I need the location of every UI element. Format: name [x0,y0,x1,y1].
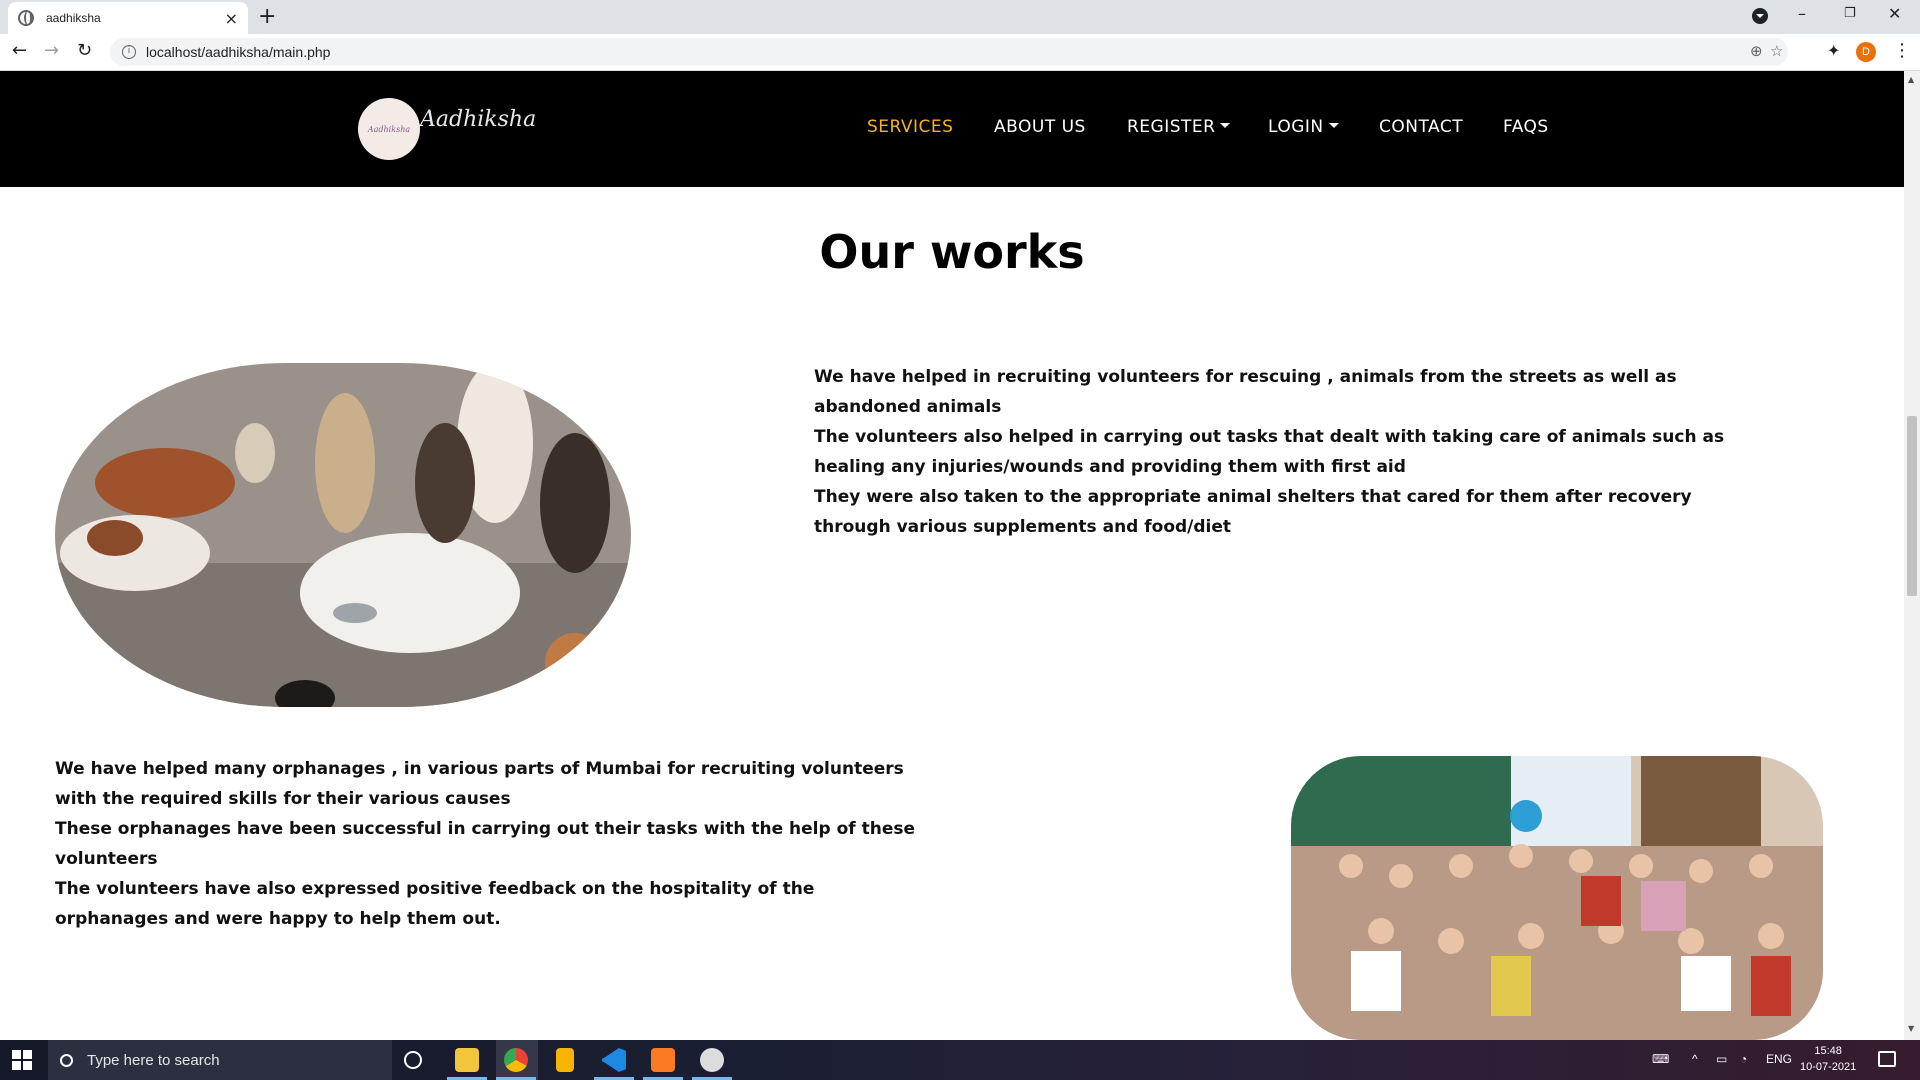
page-scrollbar[interactable]: ▲ ▼ [1904,71,1920,1040]
taskbar-clock[interactable]: 15:48 10-07-2021 [1800,1043,1856,1075]
nav-contact[interactable]: CONTACT [1379,117,1463,137]
text-line: The volunteers have also expressed posit… [55,879,815,929]
orphanage-description: We have helped many orphanages , in vari… [55,754,915,934]
logo-text: Aadhiksha [367,124,411,134]
notification-icon[interactable] [1878,1051,1896,1067]
nav-login[interactable]: LOGIN [1268,117,1339,137]
nav-register[interactable]: REGISTER [1127,117,1231,137]
stray-dogs-image [55,363,631,707]
new-tab-button[interactable]: + [258,4,276,29]
vscode-icon[interactable] [602,1048,626,1072]
text-line: The volunteers also helped in carrying o… [814,427,1725,477]
sticky-notes-icon[interactable] [556,1048,574,1072]
tab-search-icon[interactable] [1752,8,1768,24]
chevron-down-icon [1328,123,1339,128]
page-title: Our works [819,225,1085,279]
nav-register-label: REGISTER [1127,117,1216,137]
browser-tab[interactable]: aadhiksha × [8,2,248,34]
page-viewport: Aadhiksha Aadhiksha SERVICES ABOUT US RE… [0,71,1904,1040]
taskbar-search[interactable]: Type here to search [48,1040,392,1080]
minimize-button[interactable]: – [1798,4,1806,23]
nav-about-us[interactable]: ABOUT US [994,117,1086,137]
text-line: We have helped in recruiting volunteers … [814,367,1677,417]
site-logo[interactable]: Aadhiksha [358,98,420,160]
paint-icon[interactable] [700,1048,724,1072]
wifi-icon[interactable]: ◔ [1740,1052,1747,1066]
battery-icon[interactable]: ▭ [1716,1052,1727,1066]
zoom-icon[interactable]: ⊕ [1750,42,1763,60]
chrome-icon[interactable] [504,1048,528,1072]
search-icon [60,1053,73,1067]
text-line: We have helped many orphanages , in vari… [55,759,904,809]
tab-close-button[interactable]: × [225,9,238,28]
extensions-icon[interactable]: ✦ [1827,41,1840,60]
restore-button[interactable]: ❐ [1844,6,1856,21]
text-line: They were also taken to the appropriate … [814,487,1692,537]
address-bar[interactable]: i localhost/aadhiksha/main.php ⊕ ☆ [110,38,1788,66]
chevron-down-icon [1220,123,1231,128]
scroll-down-icon[interactable]: ▼ [1908,1024,1914,1033]
nav-services[interactable]: SERVICES [867,117,953,137]
scroll-up-icon[interactable]: ▲ [1908,75,1914,84]
bookmark-star-icon[interactable]: ☆ [1770,42,1783,60]
windows-start-icon[interactable] [12,1050,32,1070]
clock-date: 10-07-2021 [1800,1061,1857,1073]
site-navbar: Aadhiksha Aadhiksha SERVICES ABOUT US RE… [0,71,1904,187]
animal-rescue-description: We have helped in recruiting volunteers … [814,362,1754,542]
url-text[interactable]: localhost/aadhiksha/main.php [146,44,330,60]
site-info-icon[interactable]: i [122,45,136,59]
browser-toolbar: ← → ↻ i localhost/aadhiksha/main.php ⊕ ☆ [0,34,1920,71]
keyboard-icon[interactable]: ⌨ [1652,1052,1669,1066]
back-button[interactable]: ← [12,40,27,61]
xampp-icon[interactable] [651,1048,675,1072]
text-line: These orphanages have been successful in… [55,819,915,869]
globe-icon [18,10,34,26]
windows-taskbar: Type here to search ⌨ ^ ▭ ◔ ENG 15:48 10… [0,1040,1920,1080]
tab-title: aadhiksha [46,11,101,25]
forward-button[interactable]: → [44,40,59,61]
reload-button[interactable]: ↻ [77,40,92,61]
browser-tab-strip: aadhiksha × + – ❐ ✕ [0,0,1920,34]
nav-faqs[interactable]: FAQS [1503,117,1549,137]
orphanage-children-image [1291,756,1823,1040]
tray-overflow-icon[interactable]: ^ [1692,1052,1698,1066]
scrollbar-thumb[interactable] [1907,416,1917,596]
language-indicator[interactable]: ENG [1766,1052,1792,1066]
clock-time: 15:48 [1814,1045,1842,1057]
file-explorer-icon[interactable] [455,1048,479,1072]
brand-wordmark[interactable]: Aadhiksha [420,107,536,132]
close-window-button[interactable]: ✕ [1888,4,1901,23]
taskbar-search-placeholder: Type here to search [87,1051,220,1069]
profile-avatar[interactable]: D [1856,42,1876,62]
nav-login-label: LOGIN [1268,117,1324,137]
browser-menu-icon[interactable]: ⋮ [1893,40,1911,61]
cortana-icon[interactable] [404,1051,422,1069]
